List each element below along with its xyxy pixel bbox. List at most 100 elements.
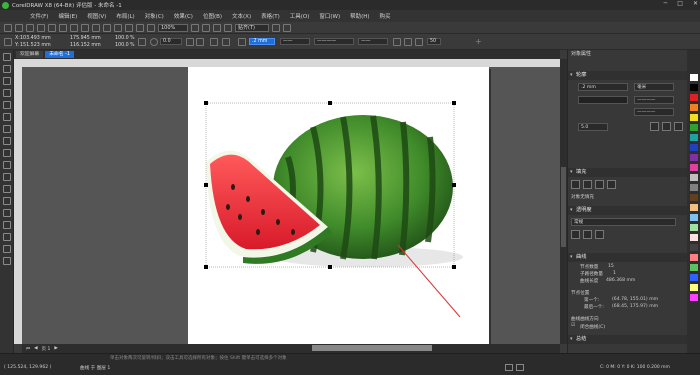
palette-swatch[interactable] [690,194,698,201]
transparency-section[interactable]: 透明度 [568,206,688,215]
open-icon[interactable] [15,23,23,32]
miter-limit-field[interactable]: 5.0 [578,123,608,131]
palette-swatch[interactable] [690,154,698,161]
horizontal-ruler[interactable] [22,59,560,67]
eyedropper-icon[interactable] [2,221,11,229]
palette-swatch[interactable] [690,294,698,301]
palette-swatch[interactable] [690,264,698,271]
rotate-icon[interactable] [150,38,158,46]
snap-select[interactable]: 贴齐(T) [235,23,269,32]
curve-section[interactable]: 曲线 [568,253,688,262]
line-end-select[interactable]: —— [358,38,388,45]
palette-swatch[interactable] [690,94,698,101]
zoom-select[interactable]: 100% [158,23,188,32]
selection-handle-ml[interactable] [204,183,208,187]
selection-handle-bl[interactable] [204,265,208,269]
save-icon[interactable] [26,23,34,32]
launch-icon[interactable] [147,23,155,32]
wrap-icon[interactable] [222,38,230,46]
vertical-ruler[interactable] [14,59,22,344]
palette-swatch[interactable] [690,164,698,171]
y-value[interactable]: 151.523 mm [20,43,51,48]
align-icon[interactable] [210,38,218,46]
export-icon[interactable] [125,23,133,32]
palette-swatch[interactable] [690,74,698,81]
watermelon-artwork[interactable] [188,67,489,344]
grid-icon[interactable] [213,23,221,32]
maximize-button[interactable]: □ [677,0,683,7]
plus-icon[interactable]: + [475,37,482,46]
vertical-scrollbar[interactable] [560,59,567,344]
closed-curve-checkbox[interactable]: ☑ [571,323,575,328]
freehand-tool-icon[interactable] [2,101,11,109]
cut-icon[interactable] [48,23,56,32]
palette-swatch[interactable] [690,214,698,221]
options-icon[interactable] [272,23,280,32]
fountain-transparency-icon[interactable] [595,230,604,239]
uniform-transparency-icon[interactable] [583,230,592,239]
scale-y-value[interactable]: 100.0 [115,43,129,48]
smart-fill-icon[interactable] [2,245,11,253]
prev-page-icon[interactable]: ◀ [34,346,37,351]
interactive-fill-icon[interactable] [2,233,11,241]
fill-color-icon[interactable] [505,364,513,371]
mirror-v-icon[interactable] [196,38,204,46]
wrap-text-icon[interactable] [404,38,412,46]
menu-object[interactable]: 对象(C) [145,12,164,20]
outline-section[interactable]: 轮廓 [568,71,688,80]
menu-buy[interactable]: 购买 [380,12,391,20]
application-launcher-icon[interactable] [283,23,291,32]
import-icon[interactable] [114,23,122,32]
outline-unit-field[interactable]: 毫米 [634,83,674,91]
blend-mode-select[interactable]: 常规 [571,218,676,226]
ellipse-tool-icon[interactable] [2,137,11,145]
text-tool-icon[interactable] [2,161,11,169]
palette-swatch[interactable] [690,254,698,261]
menu-bitmaps[interactable]: 位图(B) [203,12,222,20]
menu-view[interactable]: 视图(V) [87,12,106,20]
menu-layout[interactable]: 布局(L) [116,12,134,20]
horizontal-scroll-thumb[interactable] [312,345,432,351]
artistic-media-icon[interactable] [2,113,11,121]
close-curve-icon[interactable] [393,38,401,46]
guides-icon[interactable] [224,23,232,32]
selection-handle-bm[interactable] [328,265,332,269]
pen-icon[interactable] [238,38,246,46]
palette-swatch[interactable] [690,104,698,111]
page-indicator[interactable]: 页 1 [42,346,51,352]
corner-bevel-icon[interactable] [674,122,683,131]
summary-section[interactable]: 总结 [568,335,688,344]
tab-untitled[interactable]: 未命名 -1 [45,51,74,58]
outline-width-field[interactable]: .2 mm [578,83,628,91]
undo-icon[interactable] [81,23,89,32]
pick-tool-icon[interactable] [2,53,11,61]
corner-miter-icon[interactable] [650,122,659,131]
menu-text[interactable]: 文本(X) [232,12,251,20]
menu-tools[interactable]: 工具(O) [290,12,310,20]
fullscreen-icon[interactable] [191,23,199,32]
smooth-value[interactable]: 50 [427,38,441,45]
drawing-canvas[interactable] [22,67,560,344]
menu-edit[interactable]: 编辑(E) [58,12,77,20]
parallel-dimension-icon[interactable] [2,173,11,181]
outline-end-field[interactable]: ———— [634,108,674,116]
palette-swatch[interactable] [690,174,698,181]
selection-handle-tm[interactable] [328,101,332,105]
object-origin-icon[interactable] [4,38,12,46]
shape-tool-icon[interactable] [2,65,11,73]
x-value[interactable]: 103.493 mm [20,36,51,41]
paste-icon[interactable] [70,23,78,32]
selection-handle-tr[interactable] [452,101,456,105]
lock-ratio-icon[interactable] [138,38,146,46]
palette-swatch[interactable] [690,184,698,191]
palette-swatch[interactable] [690,124,698,131]
scale-x-value[interactable]: 100.0 [115,36,129,41]
outline-width-input[interactable]: .2 mm [249,38,275,45]
transparency-tool-icon[interactable] [2,209,11,217]
horizontal-scrollbar[interactable]: ⏮ ◀ 页 1 ▶ [22,344,560,353]
pdf-icon[interactable] [136,23,144,32]
height-value[interactable]: 116.152 mm [70,43,101,48]
menu-effects[interactable]: 效果(C) [174,12,193,20]
menu-help[interactable]: 帮助(H) [350,12,369,20]
first-page-icon[interactable]: ⏮ [26,346,30,352]
